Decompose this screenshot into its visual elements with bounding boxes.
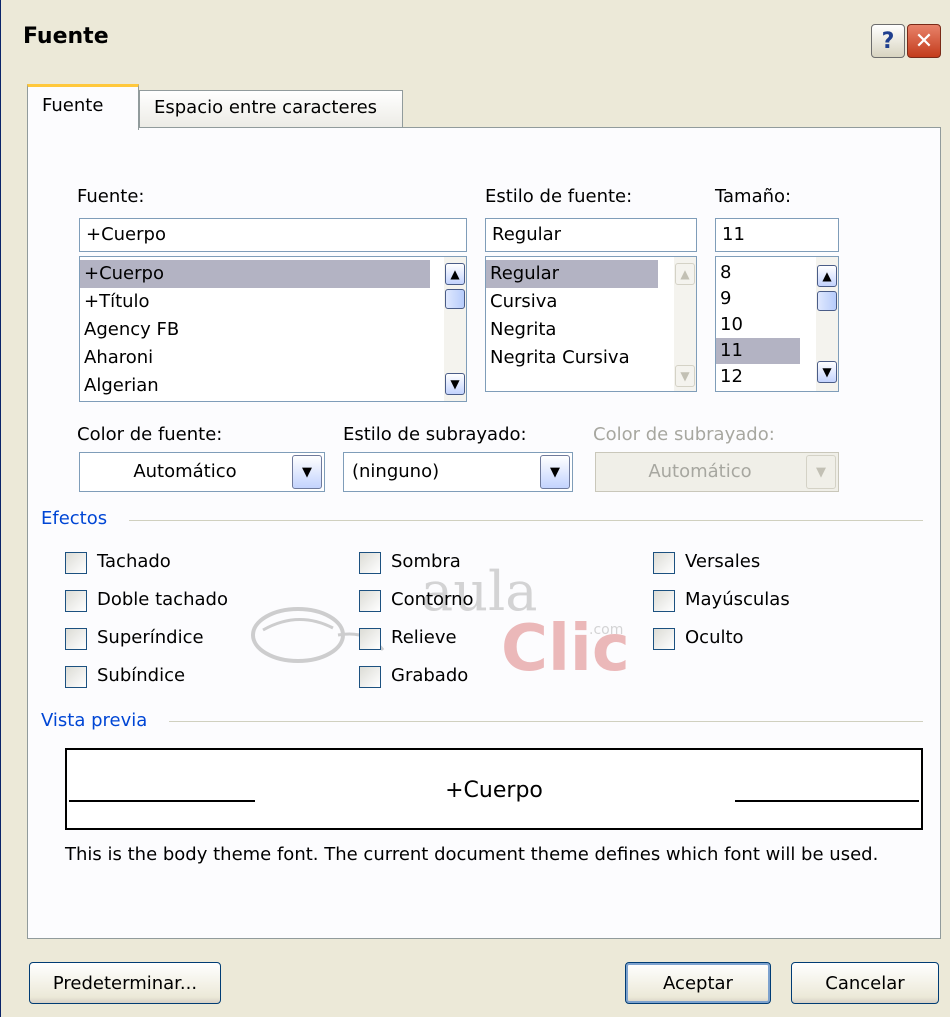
cancel-button[interactable]: Cancelar: [791, 962, 939, 1004]
list-item[interactable]: Negrita: [486, 316, 696, 344]
size-list[interactable]: 8 9 10 11 12 ▲ ▼: [715, 256, 839, 392]
font-color-select[interactable]: Automático ▼: [79, 452, 325, 492]
default-button[interactable]: Predeterminar...: [29, 962, 221, 1004]
scroll-down-icon: ▼: [675, 365, 695, 387]
checkbox-label: Sombra: [391, 551, 461, 572]
checkbox-label: Subíndice: [97, 665, 186, 686]
checkbox-box[interactable]: [65, 590, 87, 612]
preview-box: +Cuerpo: [65, 748, 923, 830]
font-input[interactable]: +Cuerpo: [79, 218, 467, 252]
size-label: Tamaño:: [715, 186, 792, 207]
size-input[interactable]: 11: [715, 218, 839, 252]
list-item[interactable]: +Cuerpo: [80, 260, 430, 288]
style-input[interactable]: Regular: [485, 218, 697, 252]
checkbox-box[interactable]: [653, 552, 675, 574]
scroll-up-icon: ▲: [675, 263, 695, 285]
tab-fuente[interactable]: Fuente: [27, 84, 139, 130]
scroll-thumb[interactable]: [817, 291, 837, 311]
underline-color-value: Automático: [648, 461, 752, 482]
chevron-down-icon[interactable]: ▼: [540, 455, 570, 489]
checkbox-box[interactable]: [653, 628, 675, 650]
style-list-scrollbar: ▲ ▼: [674, 257, 696, 391]
chevron-down-icon: ▼: [806, 455, 836, 489]
tab-espacio-entre-caracteres[interactable]: Espacio entre caracteres: [139, 90, 403, 128]
font-color-value: Automático: [133, 461, 237, 482]
list-item[interactable]: +Título: [80, 288, 466, 316]
list-item[interactable]: Algerian: [80, 372, 466, 400]
list-item[interactable]: Aharoni: [80, 344, 466, 372]
style-list[interactable]: Regular Cursiva Negrita Negrita Cursiva …: [485, 256, 697, 392]
checkbox-label: Doble tachado: [97, 589, 228, 610]
effects-divider: [129, 520, 923, 521]
checkbox-box[interactable]: [65, 666, 87, 688]
effects-title: Efectos: [41, 508, 108, 529]
checkbox-box[interactable]: [359, 552, 381, 574]
underline-color-label: Color de subrayado:: [593, 424, 775, 445]
checkbox-box[interactable]: [653, 590, 675, 612]
list-item[interactable]: Cursiva: [486, 288, 696, 316]
scroll-up-icon[interactable]: ▲: [445, 263, 465, 285]
close-button[interactable]: ✕: [907, 24, 941, 58]
checkbox-box[interactable]: [65, 552, 87, 574]
font-dialog: Fuente ? ✕ Fuente Espacio entre caracter…: [0, 0, 950, 1017]
list-item[interactable]: Negrita Cursiva: [486, 344, 696, 372]
title-bar: Fuente ? ✕: [1, 0, 950, 70]
style-label: Estilo de fuente:: [485, 186, 633, 207]
scroll-down-icon[interactable]: ▼: [817, 361, 837, 383]
checkbox-label: Contorno: [391, 589, 474, 610]
underline-color-select: Automático ▼: [595, 452, 839, 492]
chevron-down-icon[interactable]: ▼: [292, 455, 322, 489]
font-color-label: Color de fuente:: [77, 424, 223, 445]
checkbox-label: Oculto: [685, 627, 744, 648]
checkbox-label: Relieve: [391, 627, 457, 648]
scroll-down-icon[interactable]: ▼: [445, 373, 465, 395]
preview-divider: [169, 721, 923, 722]
checkbox-box[interactable]: [65, 628, 87, 650]
window-title: Fuente: [23, 24, 109, 49]
font-list[interactable]: +Cuerpo +Título Agency FB Aharoni Algeri…: [79, 256, 467, 402]
checkbox-label: Mayúsculas: [685, 589, 790, 610]
checkbox-label: Versales: [685, 551, 761, 572]
underline-style-value: (ninguno): [352, 461, 440, 482]
size-list-scrollbar[interactable]: ▲ ▼: [816, 257, 838, 391]
list-item[interactable]: 11: [716, 338, 800, 364]
font-list-scrollbar[interactable]: ▲ ▼: [444, 257, 466, 401]
preview-baseline-right: [735, 800, 919, 802]
preview-note: This is the body theme font. The current…: [65, 844, 879, 865]
list-item[interactable]: Agency FB: [80, 316, 466, 344]
underline-style-label: Estilo de subrayado:: [343, 424, 527, 445]
font-label: Fuente:: [77, 186, 145, 207]
list-item[interactable]: Regular: [486, 260, 658, 288]
checkbox-label: Tachado: [97, 551, 171, 572]
scroll-up-icon[interactable]: ▲: [817, 265, 837, 287]
checkbox-box[interactable]: [359, 590, 381, 612]
checkbox-label: Superíndice: [97, 627, 204, 648]
checkbox-box[interactable]: [359, 628, 381, 650]
help-button[interactable]: ?: [871, 24, 905, 58]
preview-title: Vista previa: [41, 710, 148, 731]
ok-button[interactable]: Aceptar: [625, 962, 771, 1004]
watermark-text: .com: [589, 622, 624, 638]
scroll-thumb[interactable]: [445, 289, 465, 309]
underline-style-select[interactable]: (ninguno) ▼: [343, 452, 573, 492]
checkbox-box[interactable]: [359, 666, 381, 688]
checkbox-label: Grabado: [391, 665, 469, 686]
